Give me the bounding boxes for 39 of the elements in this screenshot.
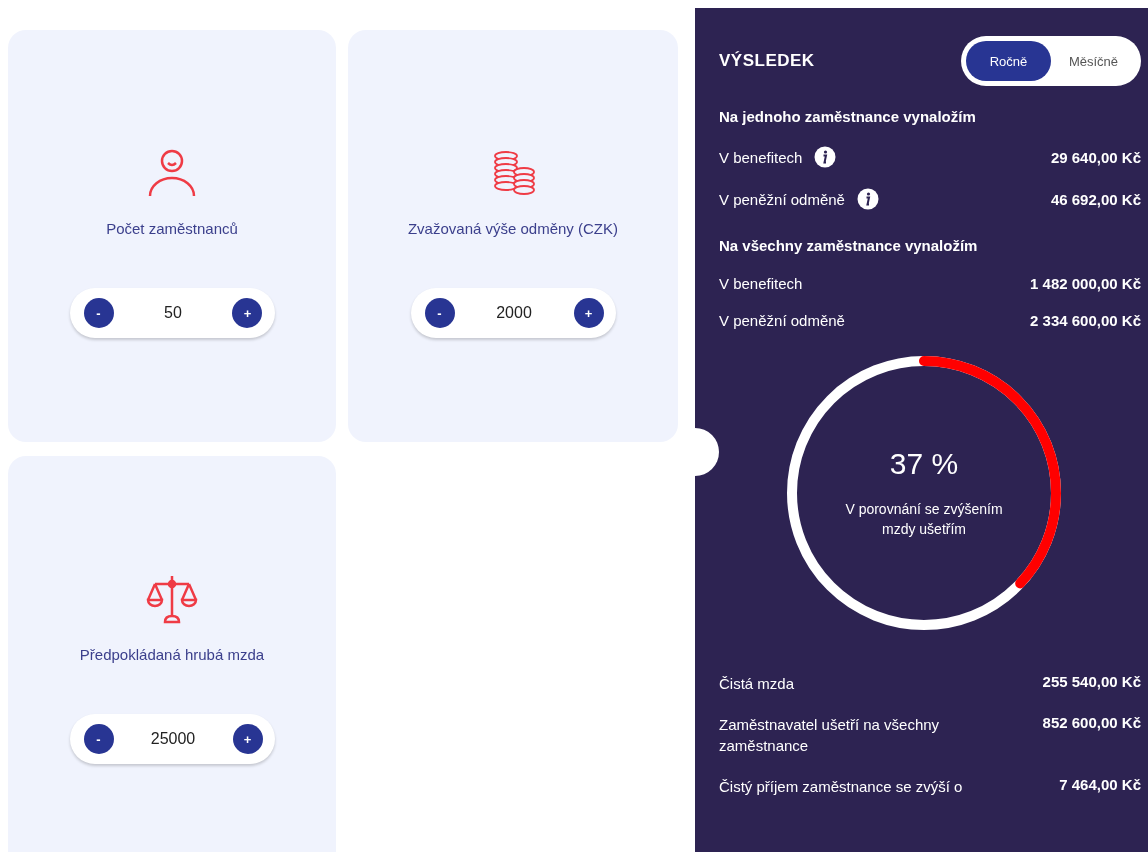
increment-button[interactable]: +: [232, 298, 263, 328]
row-value: 1 482 000,00 Kč: [1030, 275, 1141, 292]
row-label: V benefitech: [719, 275, 803, 292]
section-heading: Na jednoho zaměstnance vynaložím: [719, 108, 977, 127]
number-stepper[interactable]: - 2000 +: [410, 288, 616, 338]
stepper-value: 2000: [496, 304, 532, 322]
row-value: 46 692,00 Kč: [1050, 190, 1141, 208]
stepper-value: 50: [164, 304, 182, 322]
increment-button[interactable]: +: [573, 298, 604, 328]
summary-value: 7 464,00 Kč: [1059, 776, 1141, 793]
info-icon[interactable]: [856, 188, 879, 210]
input-label: Zvažovaná výše odměny (CZK): [407, 220, 619, 239]
row-value: 2 334 600,00 Kč: [1030, 312, 1141, 329]
increment-button[interactable]: +: [232, 724, 263, 754]
input-label: Počet zaměstnanců: [106, 220, 238, 239]
row-label: V peněžní odměně: [719, 312, 845, 329]
summary-value: 255 540,00 Kč: [1042, 673, 1141, 690]
section-heading: Na všechny zaměstnance vynaložím: [719, 237, 979, 256]
savings-caption: V porovnání se zvýšením mzdy ušetřím: [844, 499, 1004, 539]
decrement-button[interactable]: -: [83, 298, 114, 328]
period-option[interactable]: Ročně: [966, 41, 1051, 81]
row-label: V benefitech: [719, 148, 803, 166]
decrement-button[interactable]: -: [424, 298, 455, 328]
summary-value: 852 600,00 Kč: [1042, 714, 1141, 731]
decrement-button[interactable]: -: [83, 724, 114, 754]
panel-title: VÝSLEDEK: [719, 51, 815, 71]
summary-label: Čistý příjem zaměstnance se zvýší o: [719, 777, 964, 797]
period-option[interactable]: Měsíčně: [1051, 41, 1136, 81]
savings-percent: 37 %: [889, 446, 959, 481]
info-icon[interactable]: [814, 146, 837, 168]
number-stepper[interactable]: - 50 +: [69, 288, 275, 338]
summary-label: Čistá mzda: [719, 674, 796, 694]
row-value: 29 640,00 Kč: [1050, 148, 1141, 166]
row-label: V peněžní odměně: [719, 190, 845, 208]
input-label: Předpokládaná hrubá mzda: [79, 646, 265, 665]
scale-icon: [145, 574, 199, 624]
stepper-value: 25000: [150, 730, 196, 748]
summary-label: Zaměstnavatel ušetří na všechny zaměstnance: [719, 715, 941, 756]
number-stepper[interactable]: - 25000 +: [69, 714, 275, 764]
